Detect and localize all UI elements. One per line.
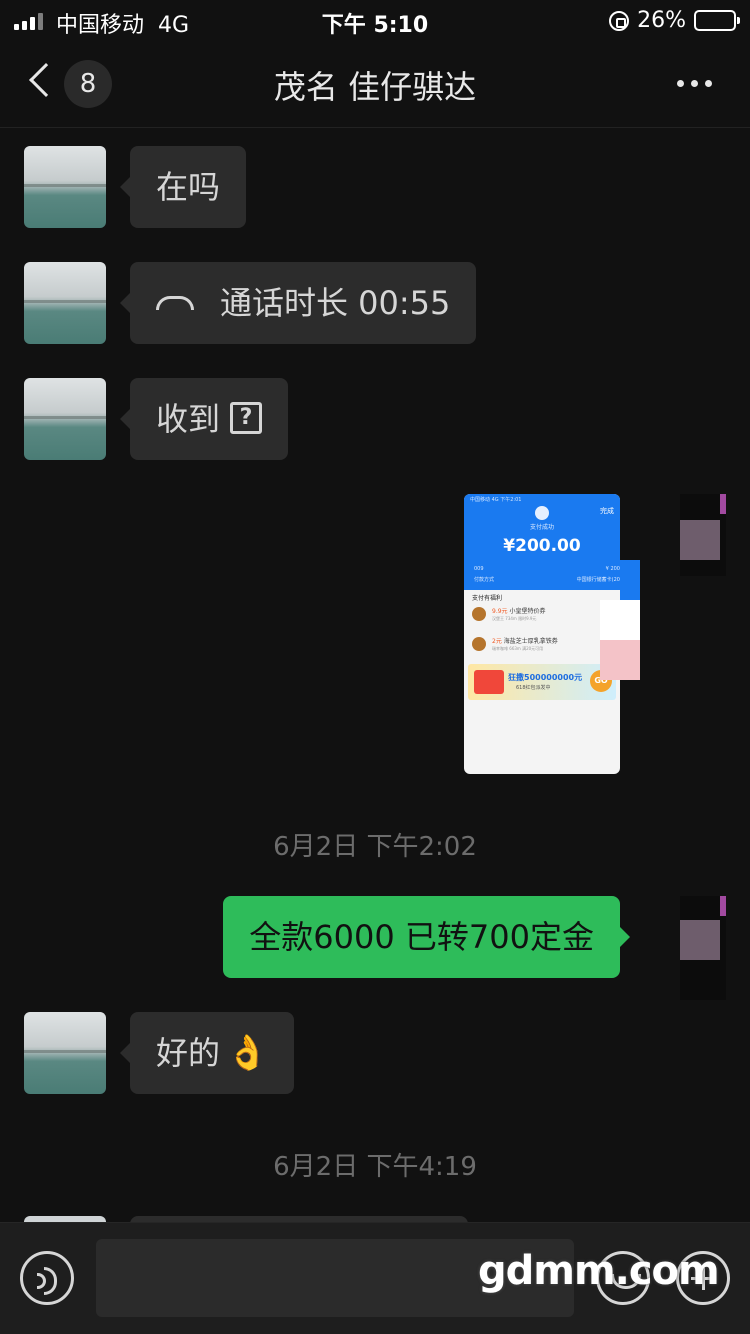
- coupon-icon: [472, 607, 486, 621]
- contact-avatar[interactable]: [24, 146, 106, 228]
- battery-status: 26%: [609, 8, 740, 33]
- screenshot-row: 009: [474, 566, 484, 572]
- call-record-bubble[interactable]: 通话时长 00:55: [119, 262, 477, 344]
- screenshot-row: 付款方式: [474, 577, 495, 583]
- call-duration-text: 通话时长 00:55: [220, 284, 451, 322]
- screenshot-banner: 狂撒500000000元 618红包派发中 GO: [468, 664, 616, 700]
- screenshot-row: ¥ 200: [605, 566, 620, 572]
- contact-avatar[interactable]: [24, 378, 106, 460]
- screenshot-overlay: [620, 560, 640, 600]
- message-bubble-received[interactable]: 在吗: [119, 146, 247, 228]
- message-bubble-received[interactable]: 收到?: [119, 378, 289, 460]
- more-dots-icon[interactable]: [677, 80, 712, 87]
- my-avatar[interactable]: [680, 896, 726, 1000]
- contact-avatar[interactable]: [24, 1012, 106, 1094]
- coupon-icon: [472, 637, 486, 651]
- rotation-lock-icon: [609, 10, 630, 31]
- message-bubble-sent[interactable]: 全款6000 已转700定金: [223, 896, 630, 978]
- payment-header: 中国移动 4G 下午2:01 完成 支付成功 ¥200.00 009 ¥ 200…: [464, 494, 620, 590]
- message-bubble-received[interactable]: 好的 👌: [119, 1012, 295, 1094]
- screenshot-overlay: [600, 640, 640, 680]
- screenshot-coupon: 9.9元 小皇堡特价券 汉堡王 734m 限时9.9元: [470, 604, 614, 626]
- screenshot-row: 中国银行储蓄卡(20: [576, 577, 620, 583]
- voice-input-icon[interactable]: [20, 1251, 74, 1305]
- message-text: 好的: [156, 1034, 221, 1072]
- screenshot-amount: ¥200.00: [503, 536, 581, 556]
- screenshot-overlay: [600, 600, 640, 640]
- chat-title: 茂名 佳仔骐达: [273, 68, 477, 106]
- message-timestamp: 6月2日 下午2:02: [273, 832, 477, 862]
- chat-header: 8 茂名 佳仔骐达: [0, 40, 750, 128]
- alipay-logo-icon: [535, 506, 549, 520]
- message-timestamp: 6月2日 下午4:19: [273, 1152, 477, 1182]
- unknown-emoji-icon: ?: [230, 402, 263, 434]
- screenshot-benefits-title: 支付有福利: [472, 595, 503, 602]
- screenshot-status: 中国移动 4G 下午2:01: [470, 497, 522, 503]
- my-avatar[interactable]: [680, 494, 726, 576]
- ok-hand-emoji-icon: 👌: [226, 1033, 269, 1073]
- message-text: 收到: [156, 400, 221, 438]
- red-packet-icon: [474, 670, 504, 694]
- screenshot-success: 支付成功: [529, 524, 554, 531]
- payment-screenshot-image[interactable]: 中国移动 4G 下午2:01 完成 支付成功 ¥200.00 009 ¥ 200…: [464, 494, 620, 774]
- screenshot-coupon: 2元 海盐芝士厚乳拿铁券 瑞幸咖啡 663m 满20元可用: [470, 634, 614, 656]
- phone-hangup-icon: [156, 296, 194, 310]
- status-bar: 中国移动 4G 下午 5:10 26%: [0, 0, 750, 40]
- battery-percent: 26%: [637, 8, 686, 33]
- battery-icon: [694, 10, 740, 31]
- contact-avatar[interactable]: [24, 262, 106, 344]
- screenshot-done: 完成: [600, 507, 614, 515]
- watermark: gdmm.com: [478, 1248, 720, 1294]
